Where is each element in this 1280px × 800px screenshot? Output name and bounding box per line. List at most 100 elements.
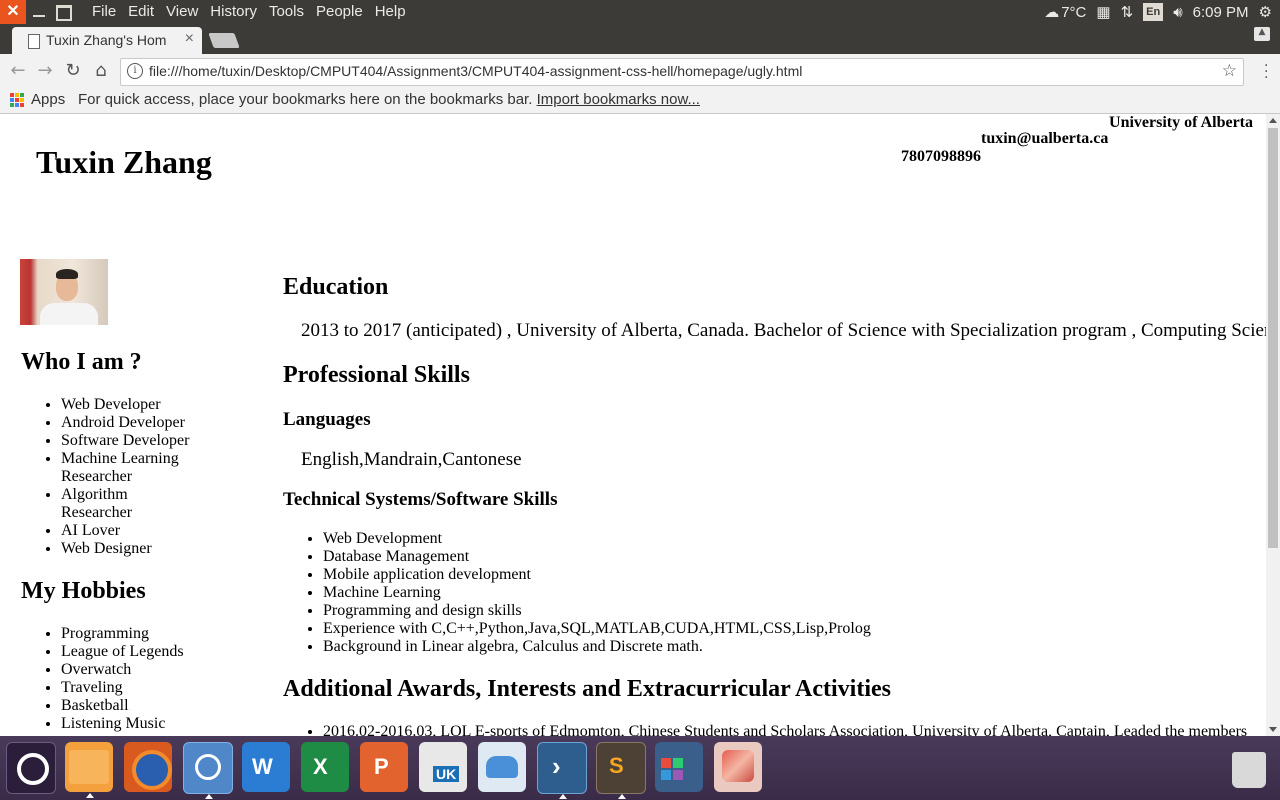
scrollbar-thumb[interactable] <box>1268 128 1278 548</box>
sticky-notes-icon[interactable] <box>478 742 526 792</box>
keyboard-layout-indicator[interactable]: En <box>1143 3 1164 21</box>
home-icon[interactable]: ⌂ <box>91 61 111 81</box>
word-icon[interactable]: W <box>242 742 290 792</box>
clock[interactable]: 6:09 PM <box>1193 4 1249 21</box>
back-arrow-icon[interactable]: ← <box>8 61 28 81</box>
close-window-button[interactable]: ✕ <box>0 0 26 24</box>
list-item: Machine Learning <box>323 584 1266 602</box>
maximize-window-button[interactable] <box>56 5 72 21</box>
apps-shortcut[interactable]: Apps <box>31 91 65 108</box>
education-heading: Education <box>283 274 389 300</box>
minimize-window-button[interactable] <box>31 4 47 20</box>
powerpoint-icon[interactable]: P <box>360 742 408 792</box>
workspaces-icon[interactable] <box>655 742 703 792</box>
list-item: AI Lover <box>61 522 261 540</box>
bookmarks-hint: For quick access, place your bookmarks h… <box>78 91 700 108</box>
reload-icon[interactable]: ↻ <box>63 61 83 81</box>
menu-view[interactable]: View <box>160 0 204 24</box>
awards-list: 2016.02-2016.03, LOL E-sports of Edmomto… <box>283 723 1266 736</box>
list-item: Programming <box>61 625 261 643</box>
launcher-dock: W X P UK › S <box>0 736 1280 800</box>
hobbies-list: Programming League of Legends Overwatch … <box>21 625 261 733</box>
list-item: Web Developer <box>61 396 261 414</box>
menu-edit[interactable]: Edit <box>122 0 160 24</box>
trash-icon[interactable] <box>1226 742 1274 792</box>
chromium-icon[interactable] <box>183 742 233 799</box>
who-list: Web Developer Android Developer Software… <box>21 396 261 558</box>
page-favicon-icon <box>28 34 40 49</box>
volume-icon[interactable]: 🔊︎ <box>1173 4 1182 21</box>
skills-heading: Professional Skills <box>283 362 470 388</box>
list-item: Android Developer <box>61 414 261 432</box>
profile-photo <box>20 259 108 325</box>
browser-tab[interactable]: Tuxin Zhang's Hom × <box>12 27 202 54</box>
scroll-up-arrow-icon[interactable] <box>1269 118 1277 123</box>
address-bar[interactable]: i file:///home/tuxin/Desktop/CMPUT404/As… <box>120 58 1244 86</box>
profile-icon[interactable]: ▲ <box>1254 27 1270 41</box>
menu-file[interactable]: File <box>86 0 122 24</box>
close-tab-icon[interactable]: × <box>185 30 194 48</box>
phone-label: 7807098896 <box>901 148 981 165</box>
list-item: Machine Learning Researcher <box>61 450 201 486</box>
browser-toolbar: ← → ↻ ⌂ i file:///home/tuxin/Desktop/CMP… <box>0 54 1280 88</box>
browser-tab-strip: Tuxin Zhang's Hom × <box>0 24 1280 54</box>
list-item: Database Management <box>323 548 1266 566</box>
browser-menu-icon[interactable]: · · · <box>1264 59 1268 85</box>
weather-icon[interactable]: ☁ <box>1044 3 1059 21</box>
list-item: Web Development <box>323 530 1266 548</box>
tech-skills-heading: Technical Systems/Software Skills <box>283 489 558 510</box>
forward-arrow-icon[interactable]: → <box>35 61 55 81</box>
list-item: Overwatch <box>61 661 261 679</box>
list-item: Background in Linear algebra, Calculus a… <box>323 638 1266 656</box>
list-item: League of Legends <box>61 643 261 661</box>
list-item: Traveling <box>61 679 261 697</box>
education-text: 2013 to 2017 (anticipated) , University … <box>301 320 1266 341</box>
list-item: Programming and design skills <box>323 602 1266 620</box>
list-item: Software Developer <box>61 432 261 450</box>
hobbies-heading: My Hobbies <box>21 578 146 604</box>
menu-tools[interactable]: Tools <box>263 0 310 24</box>
page-scrollbar[interactable] <box>1266 114 1280 736</box>
files-icon[interactable] <box>65 742 113 798</box>
vscode-icon[interactable]: › <box>537 742 587 799</box>
bookmarks-hint-text: For quick access, place your bookmarks h… <box>78 91 533 108</box>
list-item: Web Designer <box>61 540 261 558</box>
languages-heading: Languages <box>283 409 371 430</box>
url-text[interactable]: file:///home/tuxin/Desktop/CMPUT404/Assi… <box>149 63 802 79</box>
page-info-icon[interactable]: i <box>127 63 143 79</box>
list-item: Basketball <box>61 697 261 715</box>
who-heading: Who I am ? <box>21 349 142 375</box>
new-tab-button[interactable] <box>208 33 240 48</box>
layout-icon[interactable] <box>714 742 762 792</box>
web-page-content: University of Alberta tuxin@ualberta.ca … <box>0 114 1266 736</box>
menu-help[interactable]: Help <box>369 0 412 24</box>
settings-gear-icon[interactable]: ⚙ <box>1259 3 1272 21</box>
apps-grid-icon[interactable] <box>10 93 24 107</box>
app-menu-bar: File Edit View History Tools People Help <box>86 0 412 24</box>
page-title: Tuxin Zhang <box>36 144 212 180</box>
sublime-text-icon[interactable]: S <box>596 742 646 799</box>
menu-history[interactable]: History <box>204 0 263 24</box>
list-item: Experience with C,C++,Python,Java,SQL,MA… <box>323 620 1266 638</box>
list-item: Mobile application development <box>323 566 1266 584</box>
email-label: tuxin@ualberta.ca <box>981 130 1109 147</box>
bookmark-star-icon[interactable]: ☆ <box>1222 61 1237 81</box>
excel-icon[interactable]: X <box>301 742 349 792</box>
temperature-label[interactable]: 7°C <box>1061 4 1086 21</box>
network-icon[interactable]: ⇅ <box>1121 3 1134 21</box>
list-item: Algorithm Researcher <box>61 486 151 522</box>
languages-text: English,Mandrain,Cantonese <box>301 449 522 470</box>
import-bookmarks-link[interactable]: Import bookmarks now... <box>537 91 700 108</box>
system-status-area: ☁ 7°C ▦ ⇅ En 🔊︎ 6:09 PM ⚙ <box>1044 0 1272 24</box>
tab-title: Tuxin Zhang's Hom <box>46 32 167 48</box>
uk-store-icon[interactable]: UK <box>419 742 467 792</box>
university-label: University of Alberta <box>1109 114 1253 131</box>
tech-skills-list: Web Development Database Management Mobi… <box>283 530 1266 656</box>
awards-heading: Additional Awards, Interests and Extracu… <box>283 676 891 702</box>
calendar-icon[interactable]: ▦ <box>1096 3 1110 21</box>
ubuntu-logo-icon[interactable] <box>6 742 56 794</box>
list-item: Listening Music <box>61 715 261 733</box>
menu-people[interactable]: People <box>310 0 369 24</box>
scroll-down-arrow-icon[interactable] <box>1269 727 1277 732</box>
firefox-icon[interactable] <box>124 742 172 792</box>
